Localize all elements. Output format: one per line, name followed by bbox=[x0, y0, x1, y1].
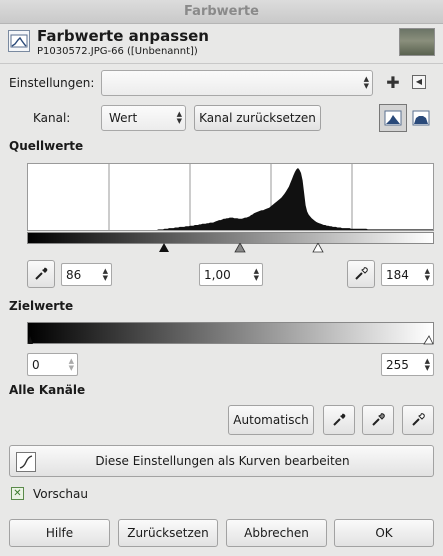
window-title: Farbwerte bbox=[0, 0, 443, 24]
low-output-handle bbox=[28, 336, 33, 344]
high-output-value: 255 bbox=[386, 358, 409, 372]
low-input-spinner[interactable]: 86 ▲ ▼ bbox=[61, 263, 112, 286]
channel-combo[interactable]: Wert ▲ ▼ bbox=[101, 105, 186, 131]
plus-icon[interactable]: ✚ bbox=[386, 74, 400, 92]
black-picker-icon[interactable] bbox=[323, 405, 355, 435]
black-point-picker-icon[interactable] bbox=[27, 260, 55, 288]
high-input-value: 184 bbox=[386, 268, 409, 282]
white-picker-icon[interactable] bbox=[402, 405, 434, 435]
gamma-spinner[interactable]: 1,00 ▲ ▼ bbox=[199, 263, 263, 286]
spin-arrows-icon: ▲ ▼ bbox=[68, 356, 74, 372]
low-output-spinner[interactable]: 0 ▲ ▼ bbox=[27, 353, 78, 376]
white-point-picker-icon[interactable] bbox=[347, 260, 375, 288]
reset-channel-button[interactable]: Kanal zurücksetzen bbox=[194, 105, 321, 131]
combo-arrows-icon: ▲ ▼ bbox=[176, 110, 182, 125]
low-input-handle bbox=[159, 243, 169, 252]
spin-arrows-icon: ▲ ▼ bbox=[424, 266, 430, 282]
dialog-title: Farbwerte anpassen bbox=[37, 27, 209, 45]
all-channels-heading: Alle Kanäle bbox=[9, 383, 86, 397]
spin-arrows-icon: ▲ ▼ bbox=[253, 266, 259, 282]
low-input-value: 86 bbox=[66, 268, 82, 282]
image-subtitle: P1030572.JPG-66 ([Unbenannt]) bbox=[37, 46, 198, 57]
reset-button[interactable]: Zurücksetzen bbox=[118, 519, 218, 547]
edit-as-curves-label: Diese Einstellungen als Kurven bearbeite… bbox=[95, 454, 350, 468]
high-output-handle bbox=[423, 335, 434, 345]
image-thumbnail bbox=[399, 28, 435, 56]
ok-button[interactable]: OK bbox=[334, 519, 434, 547]
channel-label: Kanal: bbox=[33, 111, 71, 125]
preview-label: Vorschau bbox=[33, 487, 88, 501]
input-levels-heading: Quellwerte bbox=[9, 139, 84, 153]
spin-arrows-icon: ▲ ▼ bbox=[102, 266, 108, 282]
output-sliders[interactable] bbox=[27, 335, 434, 346]
presets-label: Einstellungen: bbox=[9, 76, 95, 90]
help-button[interactable]: Hilfe bbox=[9, 519, 110, 547]
header-divider bbox=[0, 63, 443, 64]
high-input-handle bbox=[312, 243, 324, 253]
high-output-spinner[interactable]: 255 ▲ ▼ bbox=[381, 353, 434, 376]
log-histogram-icon[interactable] bbox=[412, 109, 430, 127]
input-sliders[interactable] bbox=[27, 243, 434, 254]
linear-histogram-icon[interactable] bbox=[379, 104, 407, 132]
auto-button[interactable]: Automatisch bbox=[228, 405, 314, 435]
edit-as-curves-button[interactable]: Diese Einstellungen als Kurven bearbeite… bbox=[9, 445, 434, 477]
gamma-value: 1,00 bbox=[204, 268, 231, 282]
output-levels-heading: Zielwerte bbox=[9, 299, 74, 313]
combo-arrows-icon: ▲ ▼ bbox=[363, 75, 369, 90]
menu-arrow-icon[interactable]: ◀ bbox=[412, 75, 426, 89]
gray-picker-icon[interactable] bbox=[362, 405, 394, 435]
cancel-button[interactable]: Abbrechen bbox=[226, 519, 327, 547]
preview-checkbox[interactable]: ✕ bbox=[11, 487, 24, 500]
histogram-area bbox=[28, 168, 433, 230]
levels-icon bbox=[8, 30, 30, 52]
channel-value: Wert bbox=[109, 111, 138, 125]
low-output-value: 0 bbox=[32, 358, 40, 372]
spin-arrows-icon: ▲ ▼ bbox=[424, 356, 430, 372]
histogram bbox=[27, 163, 434, 231]
gamma-handle bbox=[234, 243, 246, 253]
presets-combo[interactable]: ▲ ▼ bbox=[101, 70, 373, 96]
high-input-spinner[interactable]: 184 ▲ ▼ bbox=[381, 263, 434, 286]
